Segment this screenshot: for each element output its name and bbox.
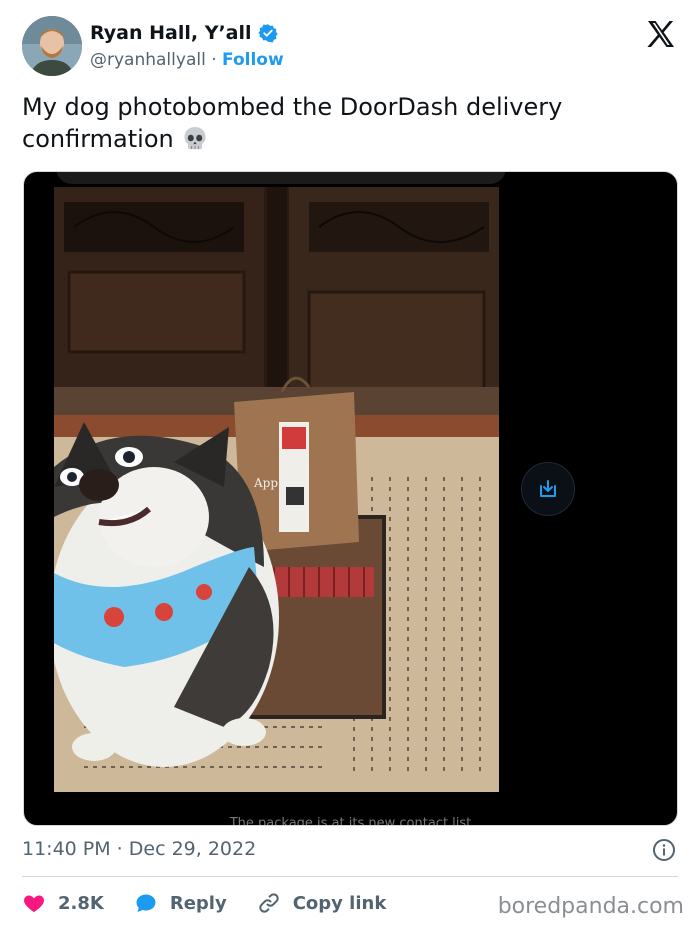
divider	[22, 876, 678, 877]
link-icon	[259, 893, 279, 913]
reply-bubble-icon	[136, 894, 156, 912]
skull-emoji-icon	[184, 127, 206, 150]
author-handle[interactable]: @ryanhallyall	[90, 50, 206, 70]
x-logo-icon[interactable]	[646, 20, 676, 48]
heart-icon	[24, 895, 44, 912]
download-icon	[540, 480, 556, 497]
reply-button[interactable]: Reply	[134, 891, 227, 915]
author-info: Ryan Hall, Y’all @ryanhallyall · Follow	[90, 22, 284, 70]
copy-link-button[interactable]: Copy link	[257, 891, 387, 915]
watermark: boredpanda.com	[497, 894, 684, 919]
tweet-header: Ryan Hall, Y’all @ryanhallyall · Follow	[22, 16, 682, 78]
avatar[interactable]	[22, 16, 82, 76]
like-count: 2.8K	[58, 892, 104, 914]
phone-screen-edge	[56, 172, 506, 184]
tweet-media[interactable]: App ees The package is at its new contac…	[23, 171, 678, 826]
cropped-caption: The package is at its new contact list	[229, 816, 472, 826]
save-media-button[interactable]	[521, 462, 575, 516]
tweet-text: My dog photobombed the DoorDash delivery…	[22, 91, 662, 155]
tweet-timestamp[interactable]: 11:40 PM · Dec 29, 2022	[22, 838, 256, 860]
info-icon[interactable]	[652, 838, 676, 862]
bag-logo-text: App ees	[253, 476, 302, 490]
author-name[interactable]: Ryan Hall, Y’all	[90, 22, 252, 44]
follow-button[interactable]: Follow	[222, 50, 284, 70]
reply-label: Reply	[169, 892, 227, 914]
tweet-text-content: My dog photobombed the DoorDash delivery…	[22, 93, 563, 153]
like-button[interactable]: 2.8K	[22, 891, 104, 915]
verified-badge-icon	[257, 24, 278, 43]
copy-link-label: Copy link	[292, 892, 387, 914]
handle-separator: ·	[211, 50, 217, 70]
delivery-photo[interactable]: App ees	[54, 187, 499, 792]
